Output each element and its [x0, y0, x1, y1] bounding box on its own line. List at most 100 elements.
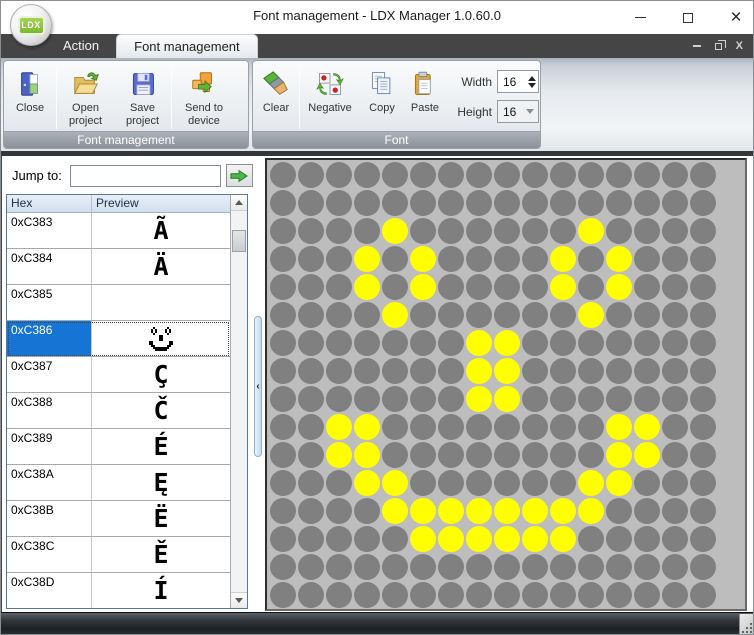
led-dot-unlit[interactable] — [550, 190, 576, 216]
table-row[interactable]: 0xC38BË — [7, 501, 230, 537]
led-dot-unlit[interactable] — [662, 302, 688, 328]
led-dot-unlit[interactable] — [326, 246, 352, 272]
led-dot-lit[interactable] — [606, 414, 632, 440]
led-dot-unlit[interactable] — [606, 218, 632, 244]
led-dot-unlit[interactable] — [494, 554, 520, 580]
led-dot-unlit[interactable] — [606, 386, 632, 412]
led-dot-lit[interactable] — [606, 442, 632, 468]
led-dot-unlit[interactable] — [326, 190, 352, 216]
led-dot-unlit[interactable] — [662, 218, 688, 244]
led-dot-unlit[interactable] — [298, 330, 324, 356]
led-dot-lit[interactable] — [438, 526, 464, 552]
led-dot-unlit[interactable] — [662, 386, 688, 412]
led-dot-unlit[interactable] — [466, 470, 492, 496]
led-dot-unlit[interactable] — [690, 526, 716, 552]
column-header-hex[interactable]: Hex — [7, 195, 92, 212]
led-dot-unlit[interactable] — [382, 582, 408, 608]
led-dot-unlit[interactable] — [634, 302, 660, 328]
led-dot-lit[interactable] — [578, 498, 604, 524]
led-dot-unlit[interactable] — [550, 470, 576, 496]
led-dot-unlit[interactable] — [578, 554, 604, 580]
led-dot-unlit[interactable] — [410, 302, 436, 328]
led-dot-unlit[interactable] — [354, 554, 380, 580]
led-dot-unlit[interactable] — [438, 582, 464, 608]
led-dot-lit[interactable] — [410, 274, 436, 300]
led-dot-lit[interactable] — [354, 470, 380, 496]
led-dot-unlit[interactable] — [298, 302, 324, 328]
led-dot-unlit[interactable] — [494, 470, 520, 496]
led-dot-unlit[interactable] — [354, 330, 380, 356]
led-dot-unlit[interactable] — [662, 190, 688, 216]
led-dot-unlit[interactable] — [438, 554, 464, 580]
led-dot-unlit[interactable] — [606, 330, 632, 356]
led-dot-unlit[interactable] — [662, 442, 688, 468]
led-dot-lit[interactable] — [382, 218, 408, 244]
led-dot-unlit[interactable] — [606, 582, 632, 608]
copy-button[interactable]: Copy — [360, 64, 404, 115]
led-dot-unlit[interactable] — [298, 218, 324, 244]
led-dot-unlit[interactable] — [578, 442, 604, 468]
table-row[interactable]: 0xC388Č — [7, 393, 230, 429]
led-dot-unlit[interactable] — [326, 302, 352, 328]
led-dot-unlit[interactable] — [438, 190, 464, 216]
led-dot-unlit[interactable] — [662, 358, 688, 384]
led-dot-unlit[interactable] — [410, 414, 436, 440]
led-dot-unlit[interactable] — [410, 470, 436, 496]
led-dot-unlit[interactable] — [466, 442, 492, 468]
led-dot-unlit[interactable] — [270, 498, 296, 524]
led-dot-unlit[interactable] — [438, 358, 464, 384]
table-row[interactable]: 0xC38DÍ — [7, 573, 230, 608]
led-dot-unlit[interactable] — [522, 582, 548, 608]
resize-grip[interactable] — [739, 614, 753, 634]
jump-go-button[interactable] — [226, 164, 253, 187]
led-dot-lit[interactable] — [382, 302, 408, 328]
led-dot-unlit[interactable] — [522, 274, 548, 300]
led-dot-unlit[interactable] — [690, 190, 716, 216]
spin-down-icon[interactable] — [528, 83, 536, 88]
led-dot-unlit[interactable] — [634, 554, 660, 580]
led-dot-unlit[interactable] — [634, 274, 660, 300]
led-dot-unlit[interactable] — [326, 582, 352, 608]
led-dot-unlit[interactable] — [522, 162, 548, 188]
column-header-preview[interactable]: Preview — [92, 195, 230, 212]
led-dot-unlit[interactable] — [298, 526, 324, 552]
led-dot-unlit[interactable] — [606, 526, 632, 552]
led-dot-unlit[interactable] — [550, 386, 576, 412]
led-dot-unlit[interactable] — [270, 470, 296, 496]
led-dot-unlit[interactable] — [578, 274, 604, 300]
led-dot-unlit[interactable] — [522, 358, 548, 384]
led-dot-unlit[interactable] — [410, 218, 436, 244]
paste-button[interactable]: Paste — [404, 64, 446, 115]
jump-to-input[interactable] — [70, 165, 221, 187]
led-dot-unlit[interactable] — [690, 358, 716, 384]
led-dot-unlit[interactable] — [550, 414, 576, 440]
led-dot-unlit[interactable] — [550, 218, 576, 244]
tab-action[interactable]: Action — [46, 34, 116, 58]
led-dot-lit[interactable] — [634, 414, 660, 440]
led-dot-unlit[interactable] — [522, 554, 548, 580]
led-dot-unlit[interactable] — [634, 470, 660, 496]
led-dot-unlit[interactable] — [578, 526, 604, 552]
led-dot-unlit[interactable] — [326, 498, 352, 524]
table-row[interactable]: 0xC384Ä — [7, 249, 230, 285]
led-dot-unlit[interactable] — [494, 274, 520, 300]
led-dot-unlit[interactable] — [634, 526, 660, 552]
led-dot-unlit[interactable] — [438, 246, 464, 272]
led-dot-unlit[interactable] — [578, 358, 604, 384]
table-row[interactable]: 0xC38AĘ — [7, 465, 230, 501]
led-dot-unlit[interactable] — [270, 526, 296, 552]
led-dot-unlit[interactable] — [438, 330, 464, 356]
led-dot-unlit[interactable] — [578, 386, 604, 412]
led-dot-unlit[interactable] — [690, 162, 716, 188]
scrollbar-thumb[interactable] — [232, 230, 246, 252]
led-dot-unlit[interactable] — [382, 274, 408, 300]
led-dot-unlit[interactable] — [298, 498, 324, 524]
led-dot-unlit[interactable] — [578, 582, 604, 608]
spin-up-icon[interactable] — [528, 76, 536, 81]
led-dot-unlit[interactable] — [690, 386, 716, 412]
led-dot-unlit[interactable] — [662, 498, 688, 524]
led-dot-unlit[interactable] — [634, 386, 660, 412]
led-dot-unlit[interactable] — [634, 162, 660, 188]
led-dot-unlit[interactable] — [438, 470, 464, 496]
led-dot-unlit[interactable] — [298, 162, 324, 188]
